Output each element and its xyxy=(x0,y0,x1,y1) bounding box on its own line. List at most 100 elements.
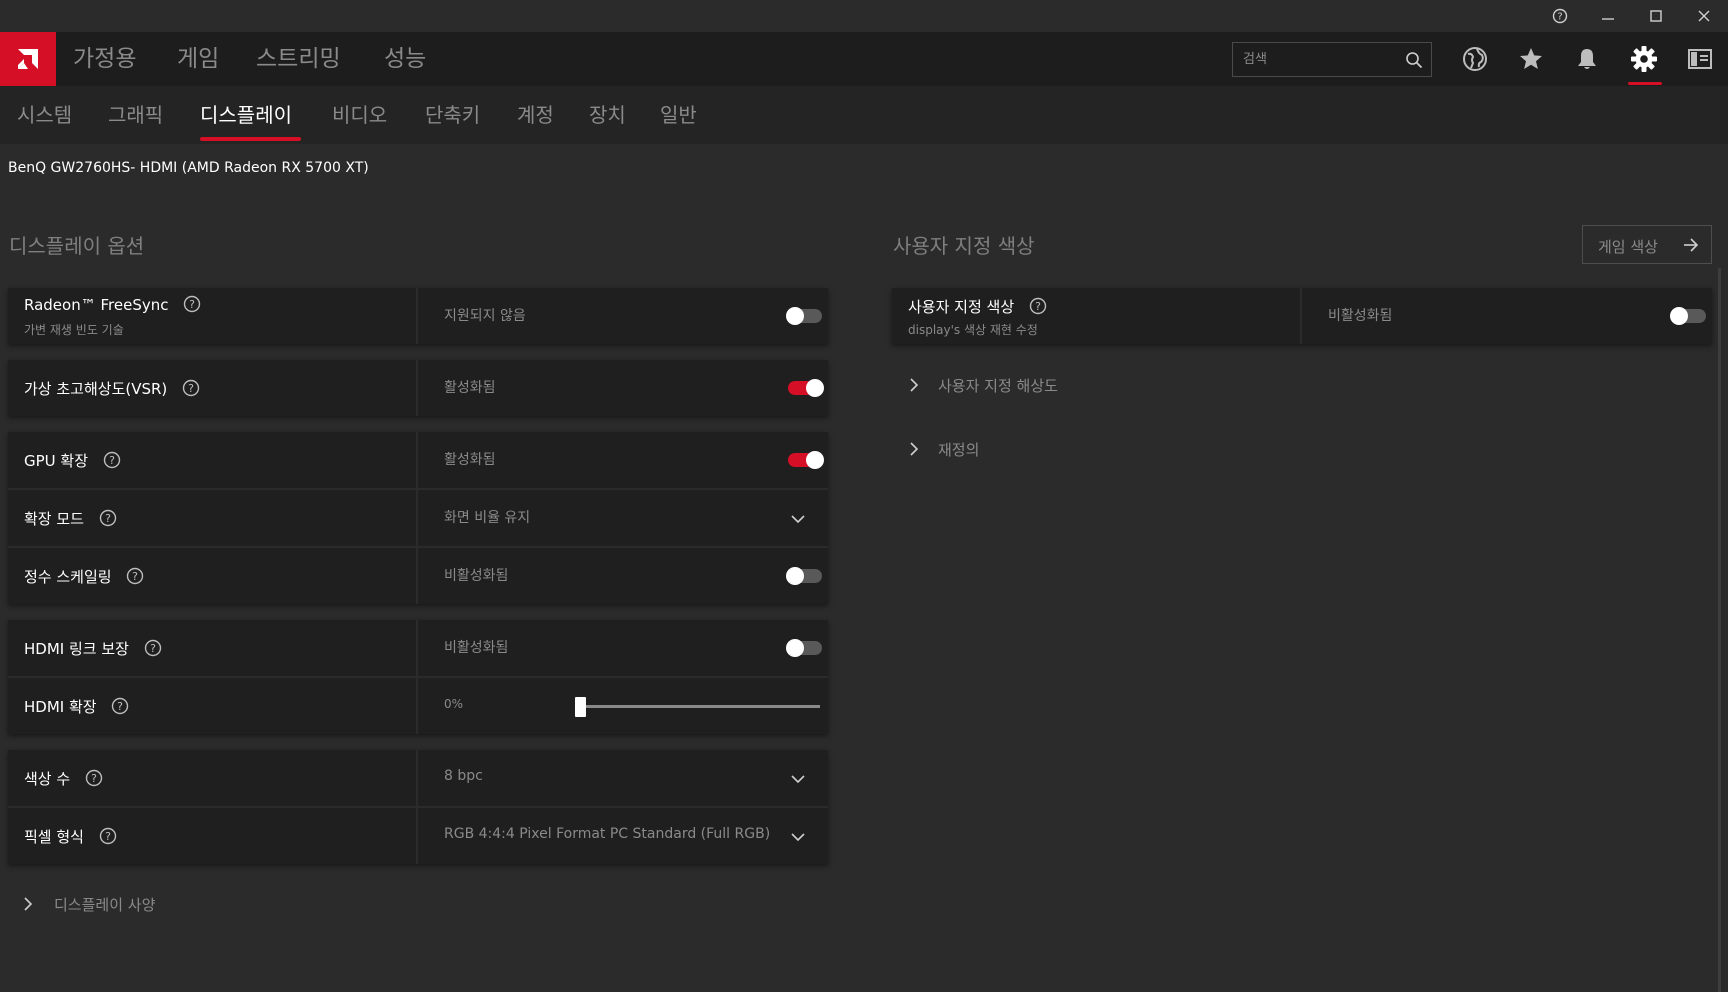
overrides-label: 재정의 xyxy=(938,441,980,459)
svg-text:?: ? xyxy=(109,454,115,467)
close-icon[interactable] xyxy=(1680,0,1728,32)
freesync-value: 지원되지 않음 xyxy=(444,308,526,324)
vsr-row: 가상 초고해상도(VSR) ? 활성화됨 xyxy=(8,360,828,416)
nav-gaming[interactable]: 게임 xyxy=(177,32,219,86)
svg-text:?: ? xyxy=(117,700,123,713)
help-icon[interactable]: ? xyxy=(144,639,162,657)
color-depth-value: 8 bpc xyxy=(444,768,483,784)
device-name: BenQ GW2760HS- HDMI (AMD Radeon RX 5700 … xyxy=(8,160,369,176)
chevron-down-icon xyxy=(791,515,805,524)
scaling-mode-row[interactable]: 확장 모드 ? 화면 비율 유지 xyxy=(8,490,828,546)
search-box[interactable] xyxy=(1232,42,1432,77)
gear-icon[interactable] xyxy=(1628,43,1660,75)
custom-resolution-expander[interactable]: 사용자 지정 해상도 xyxy=(906,373,1226,397)
bell-icon[interactable] xyxy=(1571,43,1603,75)
freesync-label: Radeon™ FreeSync xyxy=(24,296,169,314)
color-depth-label: 색상 수 xyxy=(24,770,71,788)
game-color-button-label: 게임 색상 xyxy=(1598,238,1658,256)
integer-scaling-label: 정수 스케일링 xyxy=(24,568,112,586)
custom-color-row: 사용자 지정 색상 ? display's 색상 재현 수정 비활성화됨 xyxy=(892,288,1712,344)
tab-graphics[interactable]: 그래픽 xyxy=(108,100,163,130)
vsr-value: 활성화됨 xyxy=(444,380,496,396)
chevron-right-icon xyxy=(24,897,33,911)
top-navigation: 가정용 게임 스트리밍 성능 xyxy=(0,32,1728,86)
help-icon[interactable]: ? xyxy=(111,697,129,715)
scaling-mode-dropdown[interactable]: 화면 비율 유지 xyxy=(420,490,828,546)
star-icon[interactable] xyxy=(1515,43,1547,75)
freesync-row: Radeon™ FreeSync ? 가변 재생 빈도 기술 지원되지 않음 xyxy=(8,288,828,344)
freesync-toggle[interactable] xyxy=(786,307,822,325)
overrides-expander[interactable]: 재정의 xyxy=(906,437,1226,461)
color-format-group: 색상 수 ? 8 bpc 픽셀 형식 ? RGB 4:4:4 Pixel For… xyxy=(8,750,828,864)
display-specs-expander[interactable]: 디스플레이 사양 xyxy=(20,892,320,916)
custom-color-sublabel: display's 색상 재현 수정 xyxy=(908,323,1038,337)
scaling-mode-label: 확장 모드 xyxy=(24,510,84,528)
tab-display[interactable]: 디스플레이 xyxy=(200,100,292,130)
search-icon[interactable] xyxy=(1405,51,1423,69)
tab-account[interactable]: 계정 xyxy=(517,100,554,130)
svg-text:?: ? xyxy=(132,570,138,583)
search-input[interactable] xyxy=(1243,43,1393,76)
svg-text:?: ? xyxy=(1035,300,1041,313)
hdmi-scaling-label: HDMI 확장 xyxy=(24,698,97,716)
game-color-button[interactable]: 게임 색상 xyxy=(1582,225,1712,264)
gpu-scaling-value: 활성화됨 xyxy=(444,452,496,468)
svg-text:?: ? xyxy=(189,298,195,311)
vsr-label: 가상 초고해상도(VSR) xyxy=(24,380,168,398)
freesync-sublabel: 가변 재생 빈도 기술 xyxy=(24,323,124,337)
vsr-toggle[interactable] xyxy=(788,379,824,397)
pixel-format-row[interactable]: 픽셀 형식 ? RGB 4:4:4 Pixel Format PC Standa… xyxy=(8,808,828,864)
chevron-down-icon xyxy=(791,775,805,784)
help-icon[interactable]: ? xyxy=(85,769,103,787)
integer-scaling-toggle[interactable] xyxy=(786,567,822,585)
hdmi-link-label: HDMI 링크 보장 xyxy=(24,640,129,658)
help-icon[interactable]: ? xyxy=(99,509,117,527)
nav-performance[interactable]: 성능 xyxy=(384,32,426,86)
svg-text:?: ? xyxy=(91,772,97,785)
help-icon[interactable]: ? xyxy=(182,379,200,397)
settings-active-indicator xyxy=(1628,82,1662,85)
help-icon[interactable]: ? xyxy=(103,451,121,469)
hdmi-scaling-slider-track[interactable] xyxy=(575,705,820,708)
minimize-icon[interactable] xyxy=(1584,0,1632,32)
tab-general[interactable]: 일반 xyxy=(660,100,697,130)
svg-text:?: ? xyxy=(105,830,111,843)
maximize-icon[interactable] xyxy=(1632,0,1680,32)
tab-hotkeys[interactable]: 단축키 xyxy=(425,100,480,130)
help-icon[interactable]: ? xyxy=(1029,297,1047,315)
hdmi-link-row: HDMI 링크 보장 ? 비활성화됨 xyxy=(8,620,828,676)
pixel-format-dropdown[interactable]: RGB 4:4:4 Pixel Format PC Standard (Full… xyxy=(420,808,828,864)
custom-color-toggle[interactable] xyxy=(1670,307,1706,325)
tab-system[interactable]: 시스템 xyxy=(17,100,72,130)
chevron-right-icon xyxy=(910,442,919,456)
gpu-scaling-group: GPU 확장 ? 활성화됨 확장 모드 ? 화면 비율 유지 정수 스케일링 ? xyxy=(8,432,828,604)
hdmi-link-value: 비활성화됨 xyxy=(444,640,509,656)
custom-resolution-label: 사용자 지정 해상도 xyxy=(938,377,1058,395)
color-depth-row[interactable]: 색상 수 ? 8 bpc xyxy=(8,750,828,806)
active-tab-indicator xyxy=(200,137,301,141)
chevron-down-icon xyxy=(791,833,805,842)
hdmi-link-toggle[interactable] xyxy=(786,639,822,657)
display-specs-label: 디스플레이 사양 xyxy=(54,896,156,914)
globe-icon[interactable] xyxy=(1459,43,1491,75)
help-icon[interactable]: ? xyxy=(99,827,117,845)
help-icon[interactable]: ? xyxy=(126,567,144,585)
gpu-scaling-toggle[interactable] xyxy=(788,451,824,469)
freesync-group: Radeon™ FreeSync ? 가변 재생 빈도 기술 지원되지 않음 xyxy=(8,288,828,344)
nav-streaming[interactable]: 스트리밍 xyxy=(256,32,341,86)
amd-logo[interactable] xyxy=(0,32,56,86)
nav-home[interactable]: 가정용 xyxy=(73,32,136,86)
custom-color-label: 사용자 지정 색상 xyxy=(908,298,1015,316)
svg-text:?: ? xyxy=(1557,12,1562,23)
tab-devices[interactable]: 장치 xyxy=(589,100,626,130)
scrollbar[interactable] xyxy=(1718,268,1721,992)
svg-text:?: ? xyxy=(150,642,156,655)
hdmi-scaling-slider-thumb[interactable] xyxy=(575,697,586,717)
pixel-format-label: 픽셀 형식 xyxy=(24,828,84,846)
hdmi-scaling-row: HDMI 확장 ? 0% xyxy=(8,678,828,734)
help-icon[interactable]: ? xyxy=(183,295,201,313)
sidebar-icon[interactable] xyxy=(1684,43,1716,75)
help-circle-icon[interactable]: ? xyxy=(1536,0,1584,32)
color-depth-dropdown[interactable]: 8 bpc xyxy=(420,750,828,806)
tab-video[interactable]: 비디오 xyxy=(332,100,387,130)
